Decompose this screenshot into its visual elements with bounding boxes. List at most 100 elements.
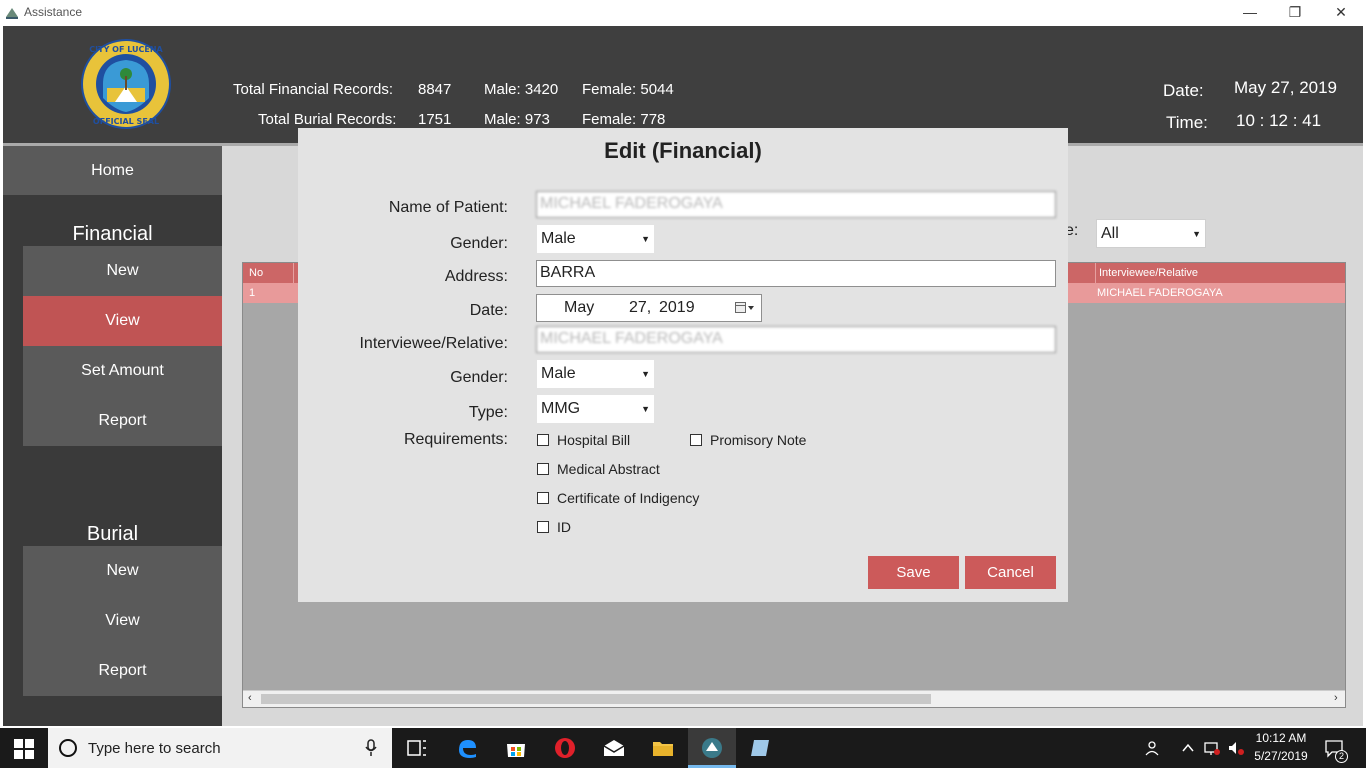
edit-financial-dialog: Edit (Financial) Name of Patient: MICHAE… (298, 128, 1068, 602)
hospital-bill-label: Hospital Bill (557, 432, 631, 448)
time-value: 10 : 12 : 41 (1236, 111, 1322, 130)
sidebar-burial-new[interactable]: New (23, 546, 222, 596)
mail-icon[interactable] (602, 736, 626, 760)
header-bar: CITY OF LUCENA OFFICIAL SEAL Total Finan… (3, 26, 1363, 143)
assistance-app-taskbar-icon[interactable] (700, 736, 724, 760)
burial-records-label: Total Burial Records: (258, 111, 397, 128)
sidebar-financial-set-amount[interactable]: Set Amount (23, 346, 222, 396)
grid-horizontal-scrollbar[interactable]: ‹ › (243, 690, 1345, 707)
patient-name-input[interactable]: MICHAEL FADEROGAYA (536, 191, 1056, 218)
volume-muted-icon[interactable] (1227, 739, 1245, 757)
id-checkbox[interactable]: ID (537, 519, 571, 535)
hospital-bill-checkbox[interactable]: Hospital Bill (537, 432, 630, 448)
patient-gender-label: Gender: (450, 235, 508, 252)
scroll-thumb[interactable] (261, 694, 931, 704)
medical-abstract-label: Medical Abstract (557, 461, 660, 477)
edge-browser-icon[interactable] (455, 736, 479, 760)
taskbar-clock-date[interactable]: 5/27/2019 (1251, 749, 1311, 763)
chevron-down-icon: ▼ (641, 369, 650, 379)
window-titlebar: Assistance — ❐ ✕ (0, 0, 1366, 26)
cancel-button[interactable]: Cancel (965, 556, 1056, 589)
scroll-left-icon[interactable]: ‹ (248, 692, 252, 704)
chevron-down-icon: ▼ (1192, 229, 1201, 239)
promisory-note-checkbox[interactable]: Promisory Note (690, 432, 806, 448)
grid-cell-interviewee: MICHAEL FADEROGAYA (1097, 287, 1223, 299)
patient-name-label: Name of Patient: (388, 199, 508, 216)
date-year: 2019 (659, 299, 695, 316)
app-icon (6, 8, 18, 19)
save-button[interactable]: Save (868, 556, 959, 589)
search-placeholder: Type here to search (88, 740, 221, 757)
grid-cell-no: 1 (249, 287, 256, 299)
interviewee-input[interactable]: MICHAEL FADEROGAYA (536, 326, 1056, 353)
opera-icon[interactable] (553, 736, 577, 760)
type-select[interactable]: MMG ▼ (536, 394, 655, 424)
svg-text:OFFICIAL SEAL: OFFICIAL SEAL (93, 117, 159, 126)
store-icon[interactable] (504, 736, 528, 760)
svg-text:CITY OF LUCENA: CITY OF LUCENA (89, 45, 163, 54)
window-title: Assistance (24, 5, 83, 19)
financial-female-count: Female: 5044 (582, 81, 674, 98)
show-hidden-icons-chevron-up-icon[interactable] (1181, 741, 1195, 755)
checkbox-box[interactable] (537, 463, 549, 475)
dialog-title: Edit (Financial) (604, 138, 762, 163)
taskbar-search-box[interactable]: Type here to search (48, 728, 392, 768)
microphone-icon[interactable] (365, 739, 377, 757)
medical-abstract-checkbox[interactable]: Medical Abstract (537, 461, 660, 477)
type-filter-select[interactable]: All ▼ (1096, 219, 1206, 248)
date-label: Date: (1163, 81, 1204, 100)
patient-gender-select[interactable]: Male ▼ (536, 224, 655, 254)
date-month: May (564, 299, 595, 316)
scroll-right-icon[interactable]: › (1334, 692, 1338, 704)
interviewee-gender-select[interactable]: Male ▼ (536, 359, 655, 389)
date-value: May 27, 2019 (1234, 78, 1338, 97)
sidebar-financial-view[interactable]: View (23, 296, 222, 346)
sidebar-financial-new[interactable]: New (23, 246, 222, 296)
notification-badge: 2 (1335, 750, 1348, 763)
city-seal-logo: CITY OF LUCENA OFFICIAL SEAL (81, 39, 171, 129)
financial-records-total: 8847 (418, 81, 452, 98)
file-explorer-icon[interactable] (651, 736, 675, 760)
type-label: Type: (468, 404, 508, 421)
calendar-dropdown-icon[interactable] (735, 302, 755, 314)
interviewee-gender-label: Gender: (450, 369, 508, 386)
sidebar: Home Financial New View Set Amount Repor… (3, 146, 222, 726)
sidebar-financial-heading: Financial (72, 223, 153, 245)
sidebar-financial-report[interactable]: Report (23, 396, 222, 446)
minimize-button[interactable]: — (1227, 0, 1273, 24)
network-icon[interactable] (1203, 739, 1221, 757)
requirements-label: Requirements: (403, 431, 508, 448)
sidebar-burial-report[interactable]: Report (23, 646, 222, 696)
date-label: Date: (469, 302, 508, 319)
grid-col-divider (293, 263, 294, 283)
grid-col-interviewee[interactable]: Interviewee/Relative (1099, 267, 1198, 279)
checkbox-box[interactable] (537, 492, 549, 504)
certificate-indigency-checkbox[interactable]: Certificate of Indigency (537, 490, 699, 506)
certificate-indigency-label: Certificate of Indigency (557, 490, 700, 506)
grid-col-no[interactable]: No (249, 267, 263, 279)
promisory-note-label: Promisory Note (710, 432, 807, 448)
financial-records-label: Total Financial Records: (233, 81, 394, 98)
restore-button[interactable]: ❐ (1272, 0, 1318, 24)
checkbox-box[interactable] (537, 434, 549, 446)
chevron-down-icon: ▼ (641, 404, 650, 414)
date-picker[interactable]: May 27, 2019 (536, 294, 762, 322)
checkbox-box[interactable] (537, 521, 549, 533)
date-day: 27, (629, 299, 652, 316)
grid-col-divider (1095, 263, 1096, 283)
sidebar-burial-view[interactable]: View (23, 596, 222, 646)
time-label: Time: (1166, 113, 1208, 132)
notes-app-icon[interactable] (749, 736, 773, 760)
checkbox-box[interactable] (690, 434, 702, 446)
chevron-down-icon: ▼ (641, 234, 650, 244)
taskbar-clock-time[interactable]: 10:12 AM (1253, 731, 1309, 745)
sidebar-burial-heading: Burial (86, 523, 139, 545)
windows-start-icon[interactable] (14, 739, 34, 759)
interviewee-label: Interviewee/Relative: (359, 335, 508, 352)
sidebar-home-button[interactable]: Home (3, 146, 222, 195)
close-button[interactable]: ✕ (1318, 0, 1364, 24)
address-input[interactable]: BARRA (536, 260, 1056, 287)
people-icon[interactable] (1145, 739, 1163, 757)
task-view-icon[interactable] (405, 736, 429, 760)
burial-records-total: 1751 (418, 111, 452, 128)
